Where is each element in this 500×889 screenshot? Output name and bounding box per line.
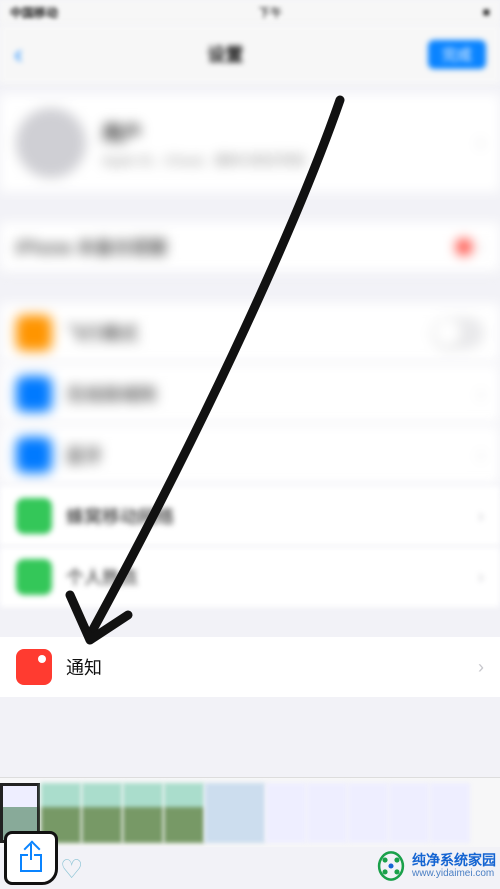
status-carrier: 中国移动 (10, 4, 58, 21)
watermark-title: 纯净系统家园 (412, 853, 496, 868)
thumbnail[interactable] (205, 783, 265, 843)
share-icon (20, 844, 42, 872)
page-title: 设置 (207, 41, 243, 67)
thumbnail[interactable] (430, 783, 470, 843)
row-backup-alert[interactable]: iPhone 未备份提醒 › (0, 222, 500, 273)
chevron-right-icon: › (478, 657, 484, 678)
favorite-button[interactable]: ♡ (60, 854, 88, 882)
chevron-right-icon: › (478, 567, 484, 588)
status-time: 下午 (258, 4, 282, 21)
thumbnail[interactable] (389, 783, 429, 843)
airplane-toggle[interactable] (432, 317, 484, 349)
settings-content: 用户 Apple ID、iCloud、媒体与购买项目 › iPhone 未备份提… (0, 94, 500, 697)
profile-sub: Apple ID、iCloud、媒体与购买项目 (102, 150, 306, 169)
row-label: 无线局域网 (66, 381, 478, 407)
avatar (16, 108, 86, 178)
chevron-right-icon: › (477, 132, 484, 155)
watermark: 纯净系统家园 www.yidaimei.com (374, 849, 496, 883)
wifi-icon (16, 376, 52, 412)
notifications-icon (16, 649, 52, 685)
row-label: 蜂窝移动网络 (66, 503, 478, 529)
row-airplane-mode[interactable]: 飞行模式 (0, 303, 500, 364)
row-notifications[interactable]: 通知 › (0, 637, 500, 697)
airplane-icon (16, 315, 52, 351)
alert-badge-icon (456, 239, 472, 255)
watermark-logo-icon (374, 849, 408, 883)
row-label: 通知 (66, 654, 478, 680)
row-label: 个人热点 (66, 564, 478, 590)
nav-bar: ‹ 设置 完成 (0, 24, 500, 84)
thumbnail[interactable] (307, 783, 347, 843)
row-hotspot[interactable]: 个人热点 › (0, 547, 500, 607)
profile-name: 用户 (102, 117, 306, 146)
chevron-right-icon: › (478, 384, 484, 405)
row-label: iPhone 未备份提醒 (16, 234, 456, 260)
settings-group-main: 飞行模式 无线局域网 › 蓝牙 › 蜂窝移动网络 › 个人热点 › (0, 303, 500, 607)
status-bar: 中国移动 下午 ■ (0, 0, 500, 24)
profile-row[interactable]: 用户 Apple ID、iCloud、媒体与购买项目 › (0, 94, 500, 192)
bluetooth-icon (16, 437, 52, 473)
thumbnail[interactable] (348, 783, 388, 843)
thumbnail[interactable] (266, 783, 306, 843)
chevron-right-icon: › (478, 237, 484, 258)
back-button[interactable]: ‹ (14, 39, 23, 70)
row-wifi[interactable]: 无线局域网 › (0, 364, 500, 425)
done-button[interactable]: 完成 (428, 40, 486, 69)
cellular-icon (16, 498, 52, 534)
chevron-right-icon: › (478, 506, 484, 527)
thumbnail-strip[interactable] (0, 777, 500, 847)
row-cellular[interactable]: 蜂窝移动网络 › (0, 486, 500, 547)
thumbnail[interactable] (82, 783, 122, 843)
thumbnail[interactable] (123, 783, 163, 843)
hotspot-icon (16, 559, 52, 595)
row-bluetooth[interactable]: 蓝牙 › (0, 425, 500, 486)
row-label: 飞行模式 (66, 320, 432, 346)
watermark-url: www.yidaimei.com (412, 868, 496, 879)
thumbnail[interactable] (164, 783, 204, 843)
share-button[interactable] (4, 831, 58, 885)
status-battery: ■ (483, 5, 490, 19)
chevron-right-icon: › (478, 445, 484, 466)
row-label: 蓝牙 (66, 442, 478, 468)
